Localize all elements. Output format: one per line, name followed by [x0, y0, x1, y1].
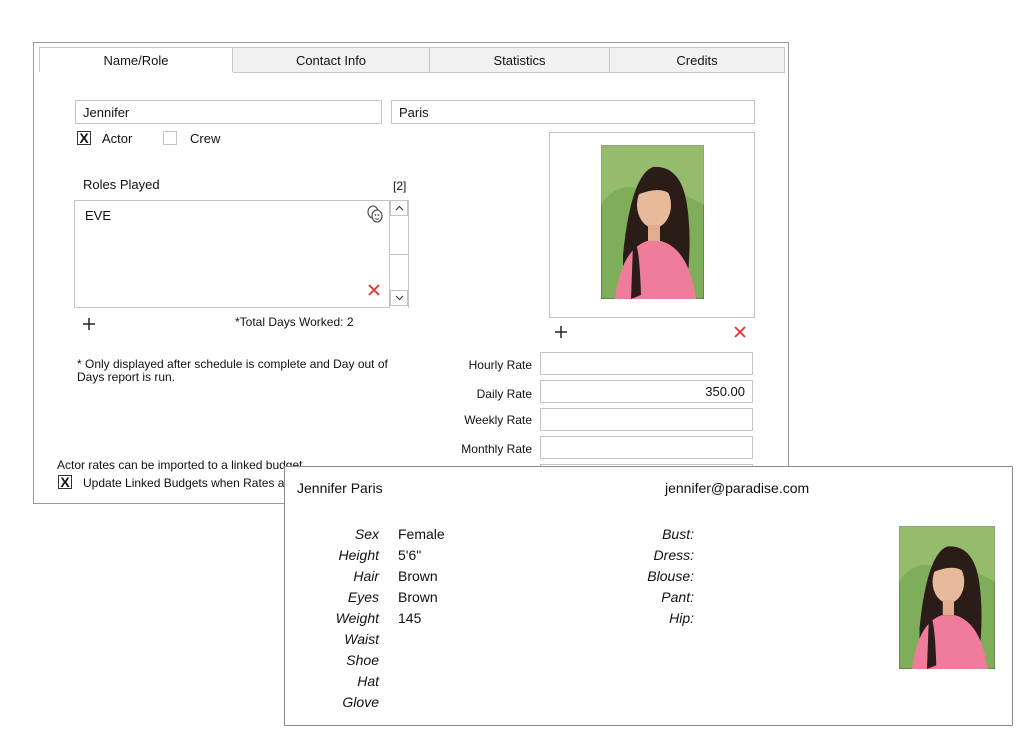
- actor-label: Actor: [102, 131, 133, 146]
- daily-rate-label: Daily Rate: [476, 387, 532, 401]
- stat-label: Height: [338, 547, 379, 563]
- delete-photo-close-icon[interactable]: [733, 325, 747, 339]
- monthly-rate-field[interactable]: [540, 436, 753, 459]
- profile-headshot: [899, 526, 995, 669]
- stat-value: 145: [398, 610, 422, 626]
- roles-scrollbar[interactable]: [389, 200, 408, 308]
- stat-value: Brown: [398, 589, 438, 605]
- first-name-field[interactable]: Jennifer: [75, 100, 382, 124]
- stat-label: Hair: [353, 568, 379, 584]
- scroll-thumb[interactable]: [390, 217, 408, 255]
- roles-list[interactable]: EVE: [74, 200, 409, 308]
- monthly-rate-label: Monthly Rate: [461, 442, 532, 456]
- roles-count: [2]: [393, 179, 407, 193]
- update-budgets-checkbox[interactable]: X: [58, 475, 72, 489]
- budget-note: Actor rates can be imported to a linked …: [57, 458, 303, 472]
- schedule-note: * Only displayed after schedule is compl…: [77, 357, 388, 384]
- roles-played-title: Roles Played: [83, 177, 160, 192]
- stat-value: Brown: [398, 568, 438, 584]
- tab-contact-info[interactable]: Contact Info: [233, 47, 430, 73]
- list-item[interactable]: EVE: [85, 208, 111, 223]
- tab-name-role[interactable]: Name/Role: [39, 47, 233, 73]
- stat-label: Sex: [354, 526, 379, 542]
- profile-email: jennifer@paradise.com: [665, 480, 810, 496]
- stat-label: Eyes: [347, 589, 379, 605]
- tab-credits[interactable]: Credits: [610, 47, 785, 73]
- tab-bar: Name/Role Contact Info Statistics Credit…: [39, 47, 785, 73]
- crew-checkbox[interactable]: [163, 131, 177, 145]
- weekly-rate-field[interactable]: [540, 408, 753, 431]
- stat-label: Hat: [357, 673, 379, 689]
- daily-rate-field[interactable]: 350.00: [540, 380, 753, 403]
- total-days-worked: *Total Days Worked: 2: [235, 315, 354, 329]
- stat-label: Glove: [342, 694, 379, 710]
- crew-label: Crew: [190, 131, 221, 146]
- masks-icon[interactable]: [365, 204, 385, 224]
- measurement-label: Hip:: [669, 610, 694, 626]
- actor-checkbox[interactable]: X: [77, 131, 91, 145]
- add-photo-plus-icon[interactable]: [554, 325, 568, 339]
- stat-value: Female: [398, 526, 445, 542]
- profile-card: Jennifer Paris jennifer@paradise.com Sex…: [284, 466, 1013, 726]
- scroll-up-chevron-icon[interactable]: [390, 200, 408, 216]
- hourly-rate-field[interactable]: [540, 352, 753, 375]
- stat-label: Waist: [344, 631, 379, 647]
- measurement-label: Dress:: [653, 547, 694, 563]
- measurement-label: Blouse:: [647, 568, 694, 584]
- add-role-plus-icon[interactable]: [82, 317, 96, 331]
- scroll-down-chevron-icon[interactable]: [390, 290, 408, 306]
- last-name-field[interactable]: Paris: [391, 100, 755, 124]
- remove-role-close-icon[interactable]: [367, 283, 381, 297]
- headshot-frame[interactable]: [549, 132, 755, 318]
- stat-label: Shoe: [346, 652, 379, 668]
- update-budgets-label: Update Linked Budgets when Rates ar: [83, 476, 289, 490]
- headshot-photo: [601, 145, 704, 299]
- stat-value: 5'6": [398, 547, 422, 563]
- tab-statistics[interactable]: Statistics: [430, 47, 610, 73]
- weekly-rate-label: Weekly Rate: [464, 413, 532, 427]
- profile-name: Jennifer Paris: [297, 480, 383, 496]
- measurement-label: Bust:: [662, 526, 694, 542]
- stat-label: Weight: [335, 610, 379, 626]
- measurement-label: Pant:: [661, 589, 694, 605]
- hourly-rate-label: Hourly Rate: [468, 358, 532, 372]
- cast-member-window: Name/Role Contact Info Statistics Credit…: [33, 42, 789, 504]
